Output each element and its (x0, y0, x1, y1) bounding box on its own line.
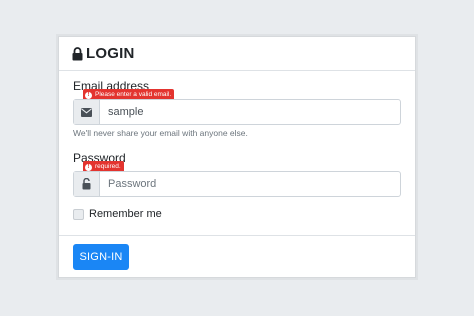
envelope-icon (74, 100, 100, 124)
email-input-group (73, 99, 401, 125)
remember-me-checkbox[interactable] (73, 208, 84, 220)
footer-divider (59, 235, 415, 236)
login-card: LOGIN Email address ! Please enter a val… (58, 36, 416, 278)
page-title: LOGIN (86, 45, 135, 62)
password-input-group (73, 171, 401, 197)
error-icon: ! (85, 91, 92, 99)
error-icon: ! (85, 163, 92, 171)
unlock-icon (74, 172, 100, 196)
email-help-text: We'll never share your email with anyone… (73, 128, 248, 138)
sign-in-button[interactable]: SIGN-IN (73, 244, 129, 270)
remember-me-row: Remember me (73, 208, 162, 220)
lock-icon (72, 46, 83, 61)
remember-me-label[interactable]: Remember me (89, 208, 162, 220)
email-field[interactable] (100, 100, 400, 124)
card-header: LOGIN (59, 37, 415, 71)
password-field[interactable] (100, 172, 400, 196)
